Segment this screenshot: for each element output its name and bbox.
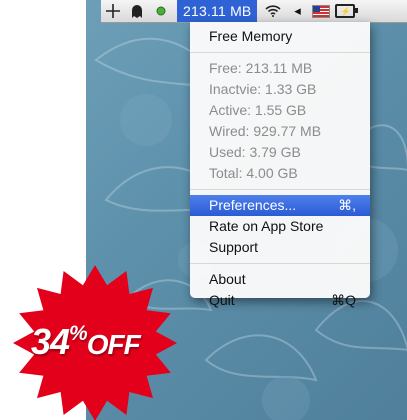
menu-item-support[interactable]: Support bbox=[190, 237, 370, 258]
stat-inactive: Inactvie: 1.33 GB bbox=[209, 81, 317, 97]
memory-menu-extra[interactable]: 213.11 MB bbox=[177, 0, 258, 22]
stat-total: Total: 4.00 GB bbox=[209, 165, 298, 181]
menu-title[interactable]: Free Memory bbox=[190, 26, 370, 47]
discount-off: OFF bbox=[86, 329, 141, 360]
stat-wired: Wired: 929.77 MB bbox=[209, 123, 322, 139]
stat-active: Active: 1.55 GB bbox=[209, 102, 307, 118]
stat-used: Used: 3.79 GB bbox=[209, 144, 301, 160]
discount-label: 34%OFF bbox=[31, 321, 141, 363]
discount-percent: % bbox=[69, 322, 88, 345]
menu-item-preferences[interactable]: Preferences... ⌘, bbox=[190, 195, 370, 216]
battery-charge-glyph: ⚡ bbox=[335, 4, 359, 18]
us-flag-icon[interactable] bbox=[311, 0, 331, 22]
stat-free: Free: 213.11 MB bbox=[209, 60, 313, 76]
quit-shortcut: ⌘Q bbox=[331, 292, 356, 308]
separator bbox=[190, 52, 370, 53]
preferences-shortcut: ⌘, bbox=[338, 197, 356, 213]
ghost-icon[interactable] bbox=[127, 0, 147, 22]
screenshot: 213.11 MB ◂ ⚡ Free Memory Free: 213.11 M… bbox=[0, 0, 407, 420]
status-dot-icon[interactable] bbox=[151, 0, 171, 22]
separator bbox=[190, 189, 370, 190]
menu-item-quit[interactable]: Quit ⌘Q bbox=[190, 290, 370, 311]
volume-icon[interactable]: ◂ bbox=[287, 0, 307, 22]
memory-dropdown-menu: Free Memory Free: 213.11 MB Inactvie: 1.… bbox=[190, 22, 370, 308]
wifi-icon[interactable] bbox=[263, 0, 283, 22]
move-cross-icon[interactable] bbox=[103, 0, 123, 22]
menu-bar: 213.11 MB ◂ ⚡ bbox=[101, 0, 407, 23]
discount-number: 34 bbox=[31, 321, 70, 362]
separator bbox=[190, 263, 370, 264]
battery-icon[interactable]: ⚡ bbox=[335, 0, 359, 22]
quit-label: Quit bbox=[209, 292, 235, 308]
menu-item-about[interactable]: About bbox=[190, 269, 370, 290]
preferences-label: Preferences... bbox=[209, 197, 297, 213]
menu-item-rate[interactable]: Rate on App Store bbox=[190, 216, 370, 237]
